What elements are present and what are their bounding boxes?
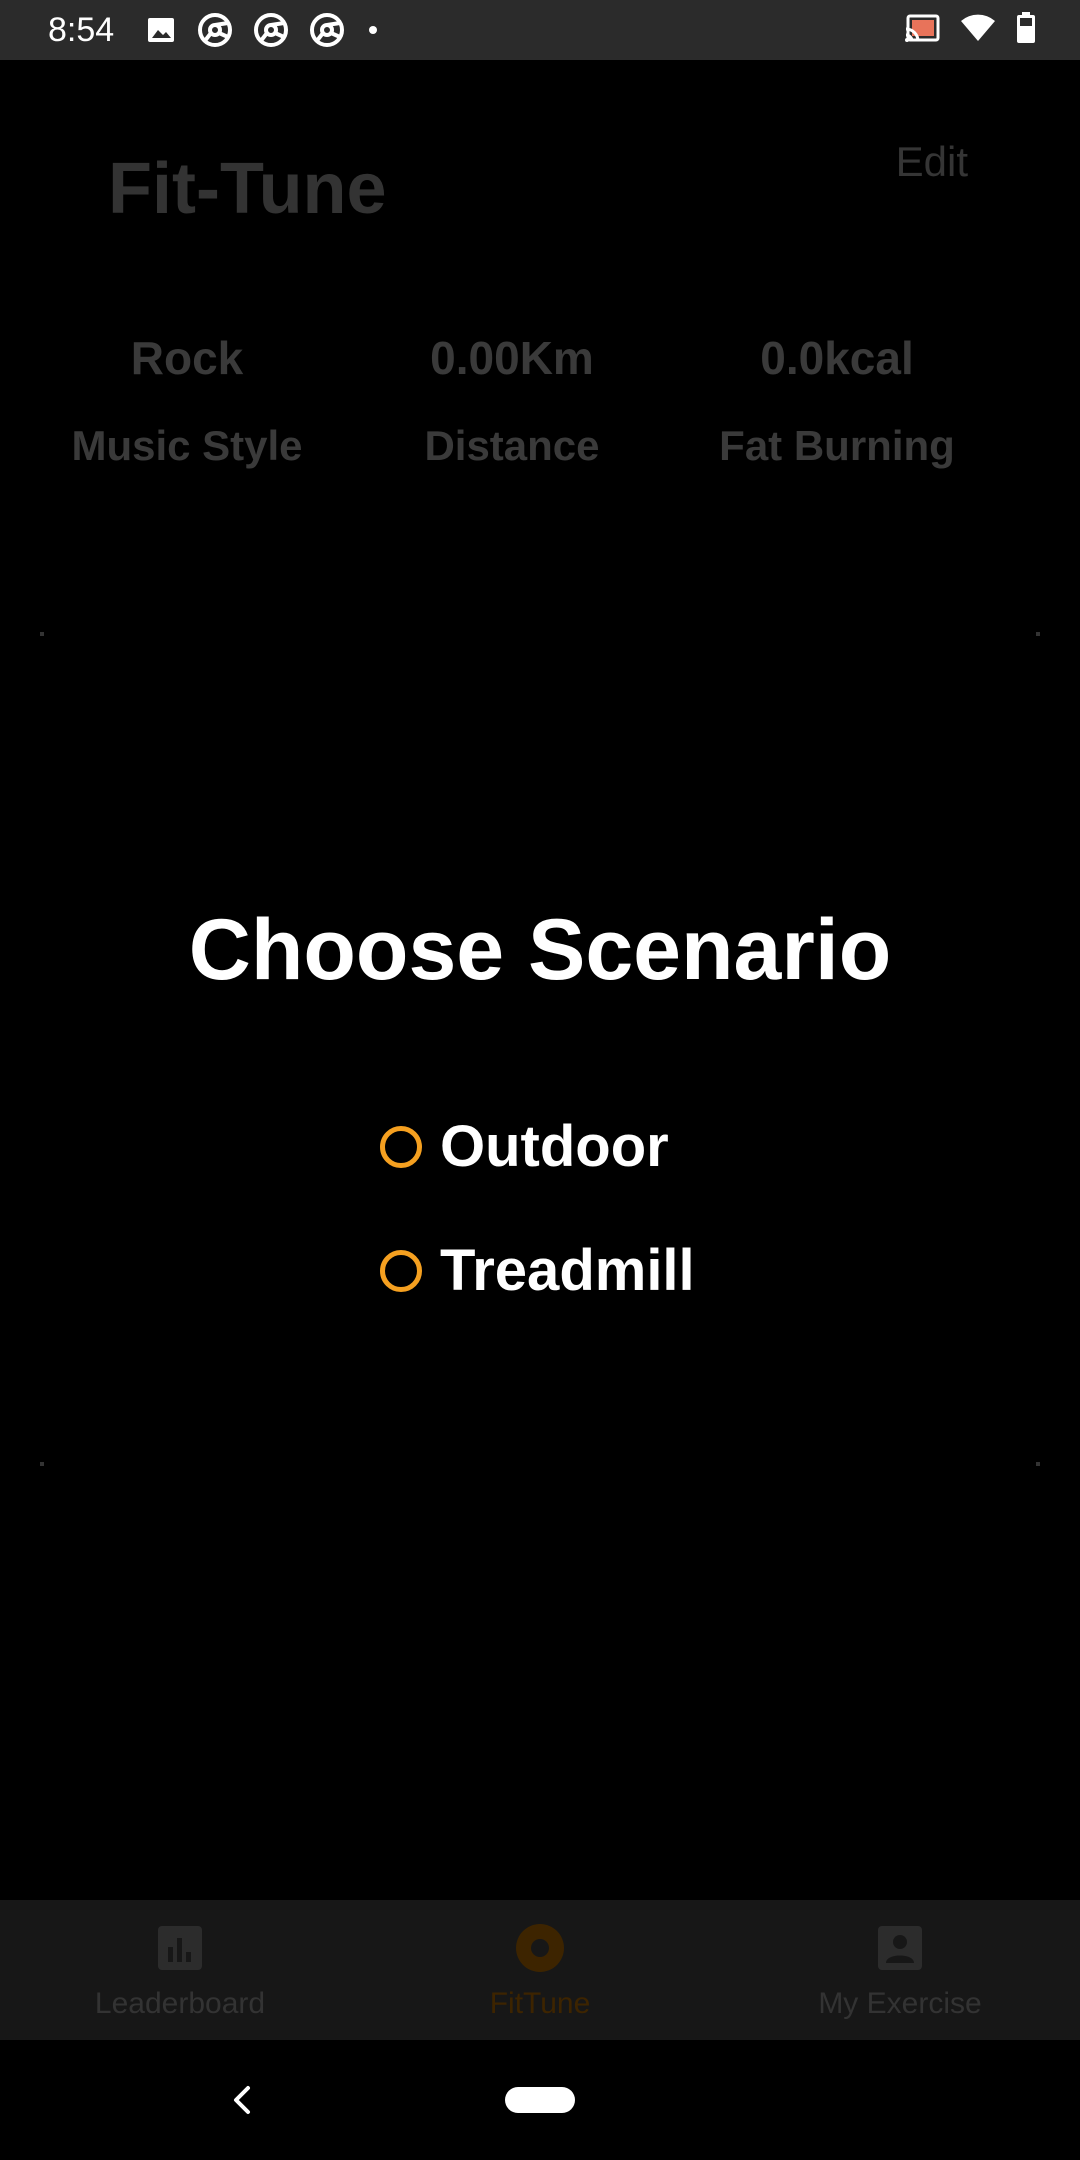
battery-icon [1017,12,1035,43]
stat-value: Rock [130,332,244,384]
nav-label: Leaderboard [94,1987,266,2020]
nav-item-leaderboard[interactable]: Leaderboard [0,1900,360,2040]
app-title: Fit-Tune [108,149,387,229]
radio-button-icon[interactable] [380,1250,422,1292]
bar-chart-icon [154,1922,206,1974]
dialog-title: Choose Scenario [188,902,892,998]
chrome-icon [310,13,344,47]
system-nav-bar [0,2040,1080,2160]
stat-music-style: Rock Music Style [0,326,374,476]
option-label: Treadmill [440,1238,695,1303]
dialog-corner [40,1462,44,1466]
home-pill-icon[interactable] [505,2087,575,2113]
fittune-icon [514,1922,566,1974]
dialog-corner [1036,1462,1040,1466]
dialog-corner [40,632,44,636]
stats-row: Rock Music Style 0.00Km Distance 0.0kcal… [0,326,1080,476]
screen: 8:54 Fit-Tune Edit Rock Music Style 0.00… [0,0,1080,2160]
stat-distance: 0.00Km Distance [374,326,650,476]
stat-label: Distance [424,422,600,469]
nav-label: My Exercise [818,1987,982,2020]
image-icon [148,18,174,42]
dot-icon [369,26,377,34]
stat-label: Music Style [71,422,303,469]
option-label: Outdoor [440,1114,669,1179]
stat-label: Fat Burning [719,422,955,469]
nav-item-my-exercise[interactable]: My Exercise [720,1900,1080,2040]
dialog-corner [1036,632,1040,636]
nav-label: FitTune [489,1987,591,2020]
notification-icons [146,13,380,47]
wifi-icon [961,14,995,41]
status-bar: 8:54 [0,0,1080,60]
option-treadmill[interactable]: Treadmill [380,1236,695,1306]
back-chevron-icon[interactable] [222,2080,262,2120]
cast-icon [905,14,940,42]
status-time: 8:54 [48,11,115,49]
stat-value: 0.00Km [430,332,594,384]
person-icon [874,1922,926,1974]
edit-button[interactable]: Edit [896,138,968,186]
stat-fat-burning: 0.0kcal Fat Burning [650,326,1024,476]
chrome-icon [254,13,288,47]
bottom-nav: Leaderboard FitTune My Exercise [0,1900,1080,2040]
option-outdoor[interactable]: Outdoor [380,1112,669,1182]
stat-value: 0.0kcal [760,332,914,384]
chrome-icon [198,13,232,47]
system-icons [904,12,1036,44]
radio-button-icon[interactable] [380,1126,422,1168]
nav-item-fittune[interactable]: FitTune [360,1900,720,2040]
choose-scenario-dialog: Choose Scenario Outdoor Treadmill [40,632,1040,1466]
